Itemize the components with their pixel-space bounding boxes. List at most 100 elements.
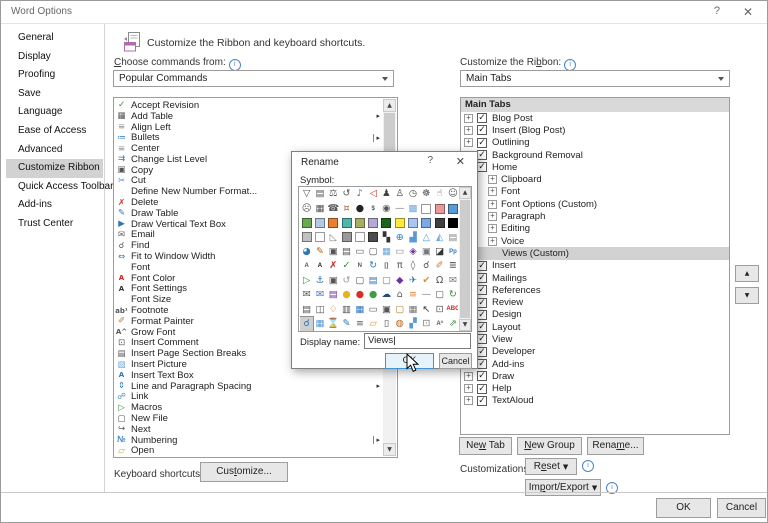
- symbol-cell[interactable]: ↖: [420, 302, 433, 316]
- symbol-cell[interactable]: ☁: [380, 288, 393, 302]
- checkbox-checked-icon[interactable]: ✓: [477, 396, 487, 406]
- symbol-cell[interactable]: [340, 216, 353, 230]
- symbol-cell[interactable]: ●: [340, 288, 353, 302]
- checkbox-checked-icon[interactable]: ✓: [477, 298, 487, 308]
- symbol-cell[interactable]: ▭: [366, 302, 379, 316]
- symbol-cell[interactable]: [380, 216, 393, 230]
- symbol-cell[interactable]: ⊕: [393, 230, 406, 244]
- symbol-cell[interactable]: ⇗: [446, 317, 458, 331]
- symbol-cell[interactable]: ●: [353, 288, 366, 302]
- symbol-cell[interactable]: ⚖: [327, 187, 340, 201]
- rename-cancel-button[interactable]: Cancel: [439, 353, 472, 369]
- customize-ribbon-dropdown[interactable]: Main Tabs: [460, 70, 730, 87]
- sidebar-item-general[interactable]: General: [6, 29, 103, 48]
- tree-item-draw[interactable]: +✓Draw: [461, 370, 729, 382]
- symbol-cell[interactable]: ✔: [420, 273, 433, 287]
- expand-plus-icon[interactable]: +: [464, 396, 473, 405]
- tree-item-outlining[interactable]: +✓Outlining: [461, 137, 729, 149]
- command-row[interactable]: ≔Bullets▸: [115, 132, 382, 143]
- expand-plus-icon[interactable]: +: [488, 175, 497, 184]
- symbol-cell[interactable]: ●: [366, 288, 379, 302]
- tree-item-paragraph[interactable]: +Paragraph: [461, 210, 729, 222]
- symbol-cell[interactable]: [420, 216, 433, 230]
- symbol-cell[interactable]: [446, 216, 458, 230]
- command-row[interactable]: ▱Open: [115, 446, 382, 457]
- scroll-up-icon[interactable]: ▲: [383, 99, 396, 112]
- tree-item-references[interactable]: +✓References: [461, 284, 729, 296]
- symbol-cell[interactable]: ◆: [393, 273, 406, 287]
- command-row[interactable]: ▦Add Table▸: [115, 111, 382, 122]
- sidebar-item-proofing[interactable]: Proofing: [6, 66, 103, 85]
- symbol-cell[interactable]: ☎: [327, 201, 340, 215]
- tree-item-font[interactable]: +Font: [461, 186, 729, 198]
- checkbox-checked-icon[interactable]: ✓: [477, 261, 487, 271]
- symbol-cell[interactable]: ✉: [313, 288, 326, 302]
- symbol-cell[interactable]: ▥: [340, 302, 353, 316]
- symbol-cell[interactable]: —: [393, 201, 406, 215]
- expand-plus-icon[interactable]: +: [464, 114, 473, 123]
- scrollbar-thumb[interactable]: [460, 200, 470, 318]
- reset-button[interactable]: Reset▼: [525, 458, 577, 475]
- symbol-cell[interactable]: ⌂: [393, 288, 406, 302]
- symbol-cell[interactable]: ✎: [313, 245, 326, 259]
- symbol-cell[interactable]: ◍: [393, 317, 406, 331]
- symbol-cell[interactable]: ↻: [366, 259, 379, 273]
- symbol-cell[interactable]: ☹: [300, 201, 313, 215]
- symbol-cell[interactable]: ●: [353, 201, 366, 215]
- symbol-cell[interactable]: [366, 230, 379, 244]
- sidebar-item-display[interactable]: Display: [6, 48, 103, 67]
- sidebar-item-trust-center[interactable]: Trust Center: [6, 215, 103, 234]
- import-export-button[interactable]: Import/Export▼: [525, 479, 601, 496]
- symbol-cell[interactable]: ▤: [327, 288, 340, 302]
- symbol-cell[interactable]: ◈: [406, 245, 419, 259]
- symbol-cell[interactable]: ✉: [300, 288, 313, 302]
- tree-item-textaloud[interactable]: +✓TextAloud: [461, 395, 729, 407]
- symbol-cell[interactable]: [366, 216, 379, 230]
- symbol-cell[interactable]: ↺: [340, 273, 353, 287]
- tree-item-review[interactable]: +✓Review: [461, 296, 729, 308]
- symbol-cell[interactable]: ▤: [340, 245, 353, 259]
- symbol-cell[interactable]: ↻: [446, 288, 458, 302]
- sidebar-item-quick-access-toolbar[interactable]: Quick Access Toolbar: [6, 178, 103, 197]
- new-tab-button[interactable]: New Tab: [459, 437, 512, 455]
- symbol-cell[interactable]: ⌛: [327, 317, 340, 331]
- symbol-cell[interactable]: ♙: [393, 187, 406, 201]
- symbol-cell[interactable]: —: [420, 288, 433, 302]
- tree-item-voice[interactable]: +Voice: [461, 235, 729, 247]
- checkbox-checked-icon[interactable]: ✓: [477, 322, 487, 332]
- symbol-cell[interactable]: [433, 201, 446, 215]
- symbol-cell[interactable]: ◫: [313, 302, 326, 316]
- tree-item-editing[interactable]: +Editing: [461, 223, 729, 235]
- keyboard-customize-button[interactable]: Customize...: [200, 462, 288, 482]
- sidebar-item-customize-ribbon[interactable]: Customize Ribbon: [6, 159, 103, 178]
- tree-item-font-options-custom[interactable]: +Font Options (Custom): [461, 198, 729, 210]
- symbol-cell[interactable]: ◕: [300, 245, 313, 259]
- rename-button[interactable]: Rename...: [587, 437, 644, 455]
- symbol-cell[interactable]: ▱: [366, 317, 379, 331]
- close-icon[interactable]: ✕: [743, 5, 753, 19]
- command-row[interactable]: ≡Align Left: [115, 122, 382, 133]
- scroll-up-icon[interactable]: ▲: [459, 187, 471, 199]
- symbol-cell[interactable]: ▦: [313, 317, 326, 331]
- checkbox-checked-icon[interactable]: ✓: [477, 334, 487, 344]
- symbol-cell[interactable]: ▢: [366, 245, 379, 259]
- tree-item-mailings[interactable]: +✓Mailings: [461, 272, 729, 284]
- symbol-cell[interactable]: [446, 201, 458, 215]
- checkbox-checked-icon[interactable]: ✓: [477, 273, 487, 283]
- symbol-cell[interactable]: [353, 216, 366, 230]
- tree-item-clipboard[interactable]: +Clipboard: [461, 173, 729, 185]
- rename-ok-button[interactable]: OK: [385, 353, 434, 369]
- expand-plus-icon[interactable]: +: [488, 187, 497, 196]
- symbol-cell[interactable]: ✈: [406, 273, 419, 287]
- choose-commands-dropdown[interactable]: Popular Commands: [113, 70, 394, 87]
- checkbox-checked-icon[interactable]: ✓: [477, 162, 487, 172]
- scroll-down-icon[interactable]: ▼: [459, 319, 471, 331]
- symbol-cell[interactable]: ◁: [366, 187, 379, 201]
- scroll-down-icon[interactable]: ▼: [383, 443, 396, 456]
- symbol-cell[interactable]: ♢: [327, 302, 340, 316]
- symbol-cell[interactable]: ▷: [300, 273, 313, 287]
- tree-item-insert[interactable]: +✓Insert: [461, 260, 729, 272]
- move-down-button[interactable]: ▼: [735, 287, 759, 304]
- command-row[interactable]: №Numbering▸: [115, 435, 382, 446]
- symbol-cell[interactable]: ▢: [353, 273, 366, 287]
